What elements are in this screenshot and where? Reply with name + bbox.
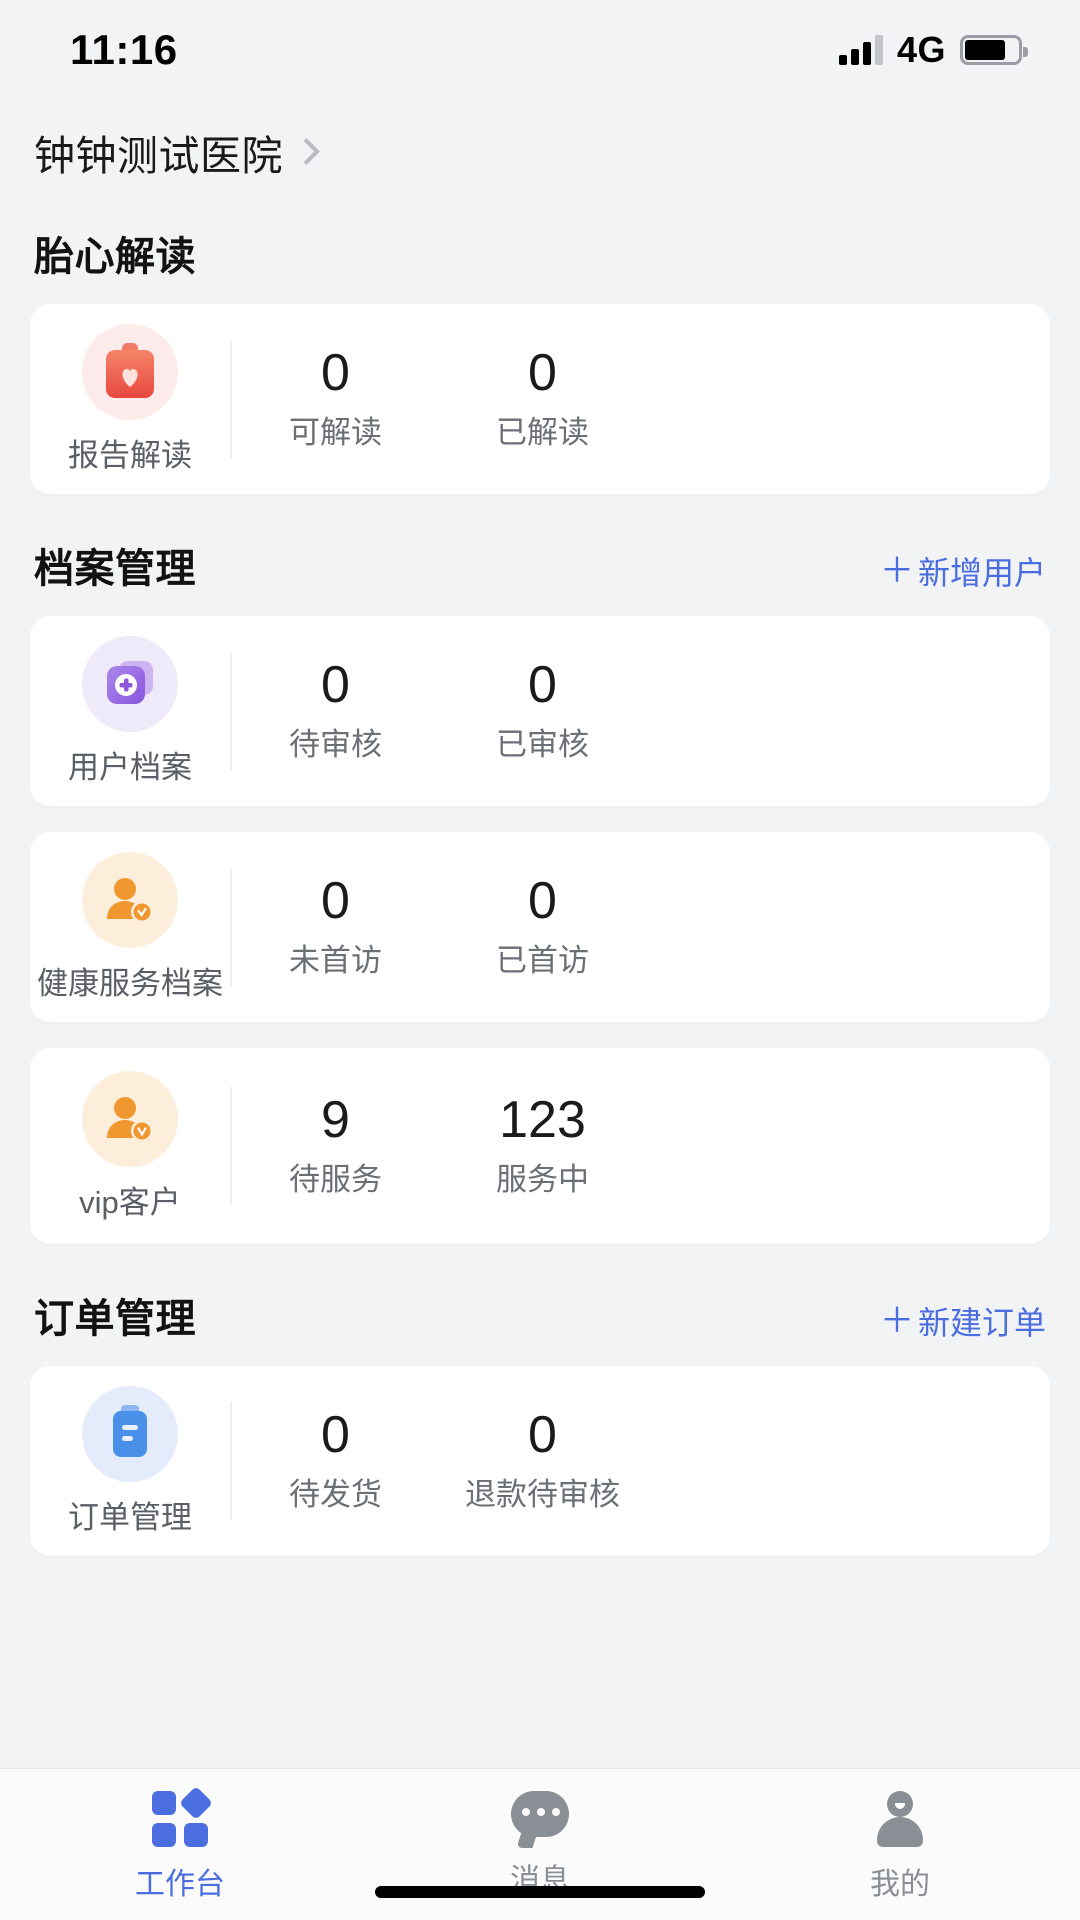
battery-icon	[960, 35, 1028, 65]
health-service-person-icon	[82, 851, 178, 948]
stat-item[interactable]: 0 待审核	[232, 658, 439, 764]
stat-value: 0	[528, 656, 557, 715]
stat-label: 待发货	[289, 1476, 382, 1512]
stat-item[interactable]: 123 服务中	[439, 1093, 646, 1199]
stat-value: 0	[528, 344, 557, 403]
network-type-label: 4G	[896, 29, 946, 70]
card-icon-label: 报告解读	[68, 437, 192, 473]
section-header-files: 档案管理 ＋ 新增用户	[0, 536, 1080, 594]
stat-item[interactable]: 0 退款待审核	[439, 1408, 646, 1514]
card-icon-label: 健康服务档案	[37, 965, 223, 1001]
stat-item[interactable]: 0 已首访	[439, 874, 646, 980]
stat-value: 0	[321, 344, 350, 403]
bottom-tab-bar: 工作台 消息 我的	[0, 1768, 1080, 1920]
section-title: 订单管理	[34, 1297, 196, 1341]
home-indicator	[375, 1886, 705, 1898]
card-order-management[interactable]: 订单管理 0 待发货 0 退款待审核	[30, 1366, 1050, 1556]
stat-label: 待服务	[289, 1161, 382, 1197]
stat-item[interactable]: 0 待发货	[232, 1408, 439, 1514]
stat-item[interactable]: 0 可解读	[232, 346, 439, 452]
stat-value: 0	[321, 1406, 350, 1465]
user-file-purple-icon	[82, 635, 178, 732]
signal-bars-icon	[838, 35, 883, 65]
stat-value: 123	[499, 1091, 586, 1150]
status-bar-time: 11:16	[70, 26, 178, 73]
add-user-button[interactable]: ＋ 新增用户	[880, 548, 1046, 594]
stat-label: 已审核	[496, 726, 589, 762]
grid-workbench-icon	[152, 1786, 213, 1847]
section-title: 档案管理	[34, 547, 196, 591]
stat-value: 0	[321, 872, 350, 931]
vip-customer-person-icon	[82, 1070, 178, 1167]
card-vip-customer[interactable]: vip客户 9 待服务 123 服务中	[30, 1048, 1050, 1244]
card-icon-label: 订单管理	[68, 1499, 192, 1535]
chevron-right-icon	[293, 137, 320, 165]
stat-value: 9	[321, 1091, 350, 1150]
status-bar-indicators: 4G	[838, 29, 1028, 71]
new-order-label: 新建订单	[917, 1305, 1046, 1341]
order-clipboard-blue-icon	[82, 1385, 178, 1482]
stat-label: 服务中	[496, 1161, 589, 1197]
stat-value: 0	[528, 1406, 557, 1465]
chat-bubble-icon	[511, 1791, 569, 1848]
card-report-interpretation[interactable]: 报告解读 0 可解读 0 已解读	[30, 304, 1050, 494]
card-icon-column[interactable]: 健康服务档案	[30, 851, 230, 1003]
section-title: 胎心解读	[34, 235, 196, 279]
report-clipboard-heart-icon	[82, 323, 178, 420]
card-stats: 0 待审核 0 已审核	[232, 658, 1050, 764]
stat-label: 待审核	[289, 726, 382, 762]
section-header-orders: 订单管理 ＋ 新建订单	[0, 1286, 1080, 1344]
tab-profile[interactable]: 我的	[720, 1791, 1080, 1903]
stat-label: 已解读	[496, 414, 589, 450]
status-bar: 11:16 4G	[0, 0, 1080, 100]
card-stats: 0 可解读 0 已解读	[232, 346, 1050, 452]
stat-item[interactable]: 9 待服务	[232, 1093, 439, 1199]
card-icon-column[interactable]: 报告解读	[30, 323, 230, 475]
card-user-file[interactable]: 用户档案 0 待审核 0 已审核	[30, 616, 1050, 806]
stat-item[interactable]: 0 未首访	[232, 874, 439, 980]
stat-item[interactable]: 0 已解读	[439, 346, 646, 452]
stat-label: 可解读	[289, 414, 382, 450]
tab-label: 我的	[870, 1868, 930, 1901]
stat-value: 0	[321, 656, 350, 715]
hospital-name-label: 钟钟测试医院	[34, 133, 283, 179]
card-icon-column[interactable]: 用户档案	[30, 635, 230, 787]
stat-label: 已首访	[496, 942, 589, 978]
tab-workbench[interactable]: 工作台	[0, 1786, 360, 1903]
card-icon-label: 用户档案	[68, 749, 192, 785]
stat-label: 未首访	[289, 942, 382, 978]
card-health-service-file[interactable]: 健康服务档案 0 未首访 0 已首访	[30, 832, 1050, 1022]
tab-label: 工作台	[135, 1868, 225, 1901]
card-stats: 0 待发货 0 退款待审核	[232, 1408, 1050, 1514]
hospital-selector[interactable]: 钟钟测试医院	[0, 100, 1080, 182]
plus-icon: ＋	[879, 552, 914, 590]
person-profile-icon	[873, 1791, 927, 1847]
card-icon-column[interactable]: 订单管理	[30, 1385, 230, 1537]
stat-label: 退款待审核	[465, 1476, 620, 1512]
new-order-button[interactable]: ＋ 新建订单	[880, 1298, 1046, 1344]
card-icon-column[interactable]: vip客户	[30, 1070, 230, 1222]
plus-icon: ＋	[879, 1302, 914, 1340]
add-user-label: 新增用户	[917, 555, 1046, 591]
card-icon-label: vip客户	[79, 1184, 181, 1220]
stat-item[interactable]: 0 已审核	[439, 658, 646, 764]
section-header-fetal: 胎心解读	[0, 224, 1080, 282]
app-screen: 11:16 4G 钟钟测试医院 胎心解读 报告解读 0 可解读 0 已解读 档案…	[0, 0, 1080, 1920]
card-stats: 0 未首访 0 已首访	[232, 874, 1050, 980]
card-stats: 9 待服务 123 服务中	[232, 1093, 1050, 1199]
stat-value: 0	[528, 872, 557, 931]
tab-messages[interactable]: 消息	[360, 1791, 720, 1899]
